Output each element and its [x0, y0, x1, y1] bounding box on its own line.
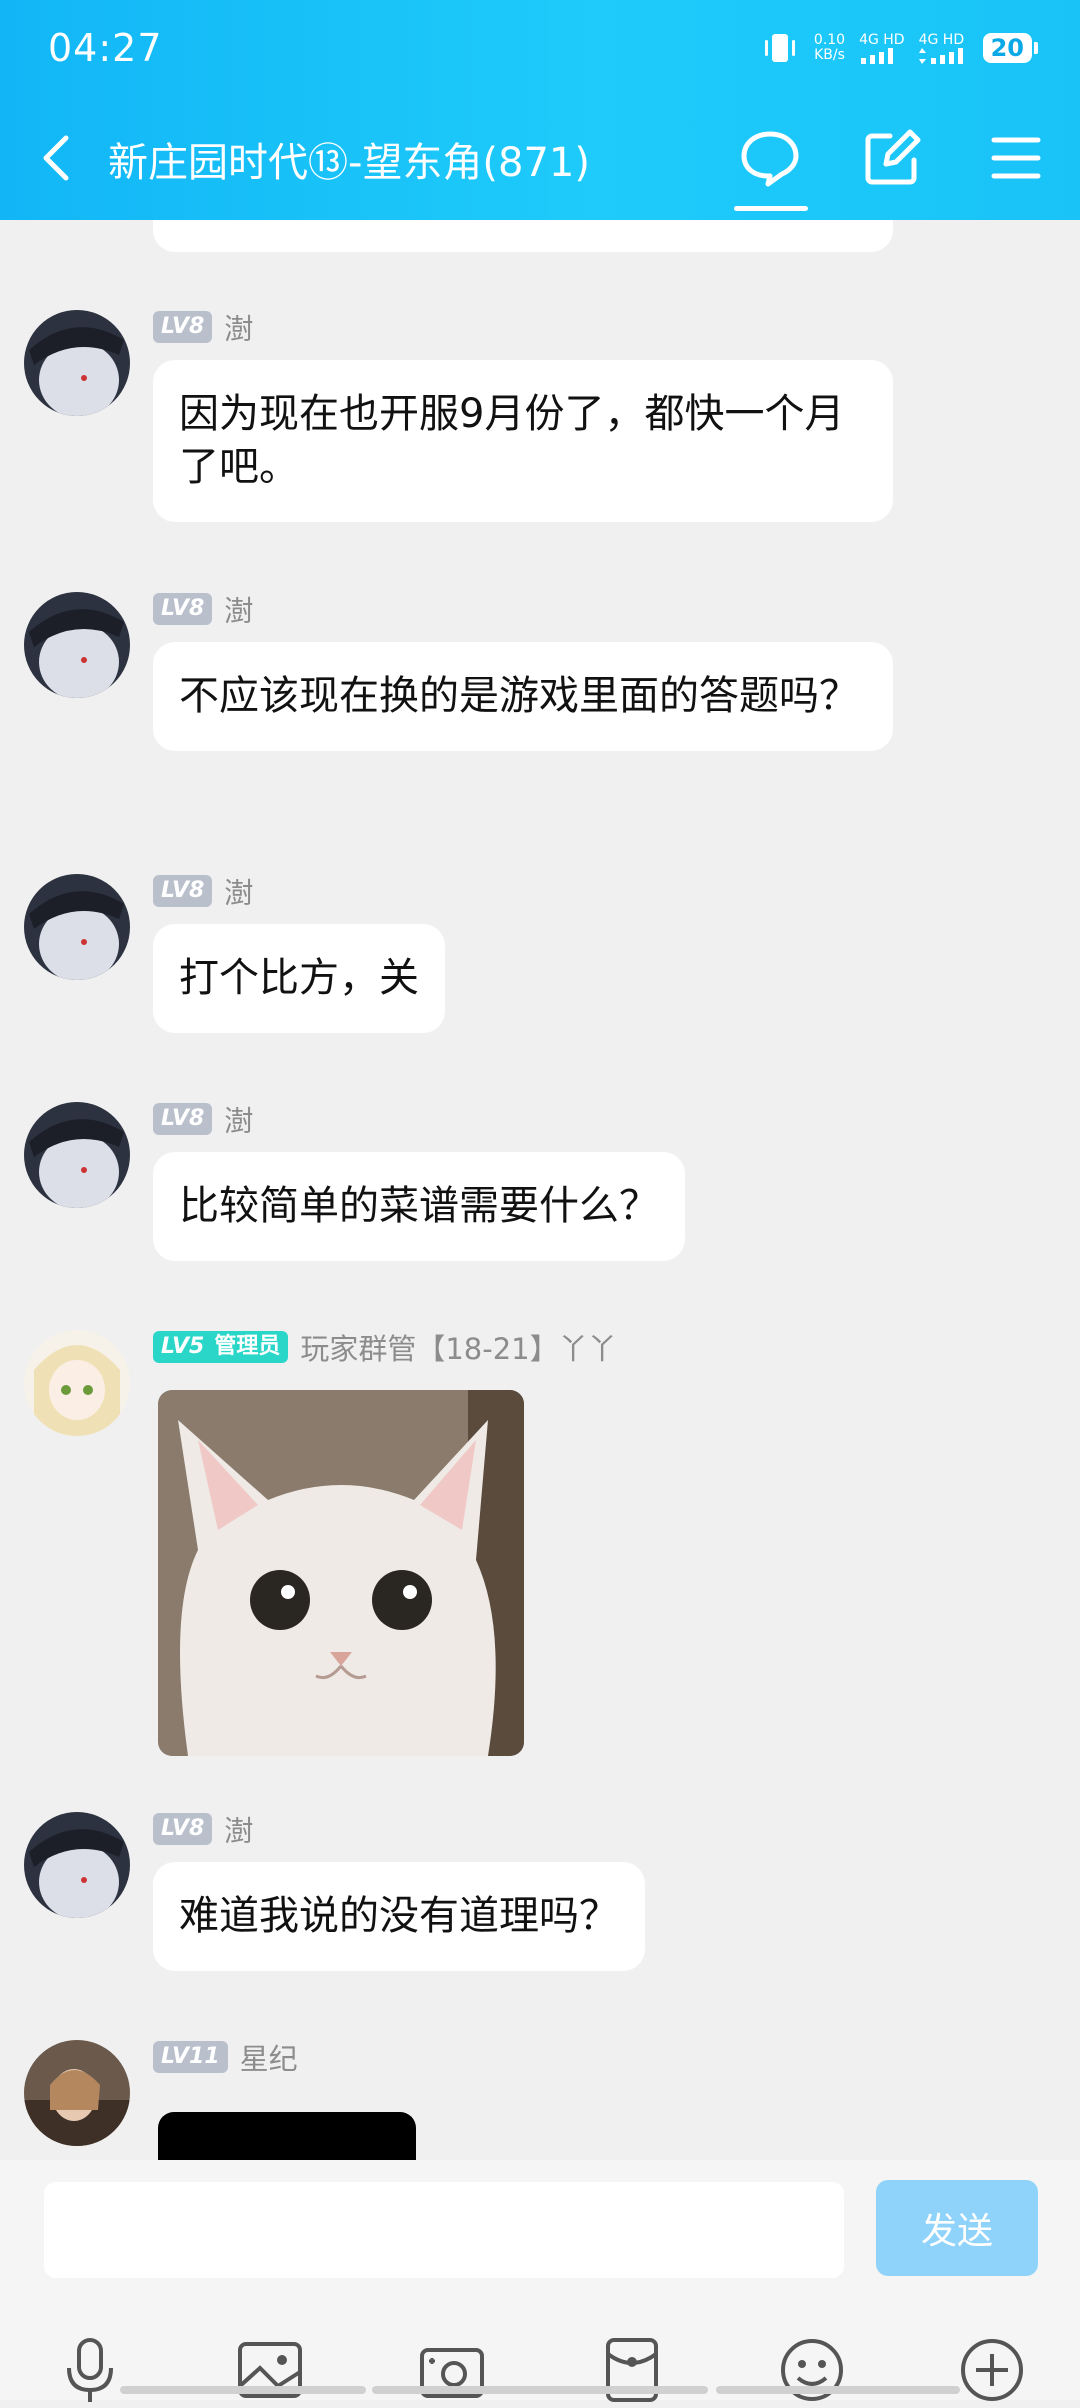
active-tab-indicator: [734, 206, 808, 211]
level-text: LV5: [161, 1334, 205, 1359]
sender-name[interactable]: 澍: [224, 1098, 253, 1140]
avatar[interactable]: [24, 2040, 130, 2146]
edit-icon[interactable]: [860, 126, 924, 190]
message-meta: LV8 澍: [153, 1102, 253, 1138]
home-indicator: [120, 2386, 366, 2394]
message-bubble[interactable]: 不应该现在换的是游戏里面的答题吗？: [153, 642, 893, 751]
message-meta: LV8 澍: [153, 1812, 253, 1848]
battery-indicator: 20: [982, 33, 1039, 63]
vibrate-icon: [764, 34, 795, 62]
message-meta: LV8 澍: [153, 310, 253, 346]
level-badge: LV8: [153, 593, 213, 625]
avatar-image: [24, 310, 130, 416]
avatar[interactable]: [24, 1330, 130, 1436]
cat-photo-icon: [158, 1390, 524, 1756]
sender-name[interactable]: 星纪: [240, 2036, 298, 2078]
avatar[interactable]: [24, 1102, 130, 1208]
red-packet-icon[interactable]: [594, 2332, 670, 2408]
image-message[interactable]: [158, 1390, 524, 1756]
input-bar: 发送: [0, 2160, 1080, 2402]
home-indicator: [372, 2386, 708, 2394]
level-badge: LV8: [153, 1813, 213, 1845]
avatar-image: [24, 1102, 130, 1208]
status-right: 0.10 KB/s 4G HD 4G HD 20: [760, 28, 1039, 68]
signal-bars-icon: [861, 47, 894, 64]
level-badge: LV11: [153, 2041, 228, 2073]
message-bubble[interactable]: 难道我说的没有道理吗？: [153, 1862, 645, 1971]
message-bubble-partial[interactable]: [153, 220, 893, 252]
sender-name[interactable]: 玩家群管【18-21】丫丫: [300, 1326, 616, 1368]
speed-value: 0.10: [813, 32, 846, 48]
message-meta: LV5 管理员 玩家群管【18-21】丫丫: [153, 1330, 617, 1366]
gallery-icon[interactable]: [232, 2332, 308, 2408]
chat-bubble-icon[interactable]: [738, 126, 802, 190]
message-meta: LV8 澍: [153, 592, 253, 628]
sender-name[interactable]: 澍: [224, 306, 253, 348]
message-bubble[interactable]: 比较简单的菜谱需要什么？: [153, 1152, 685, 1261]
send-button[interactable]: 发送: [876, 2180, 1038, 2276]
message-bubble[interactable]: 因为现在也开服9月份了，都快一个月了吧。: [153, 360, 893, 522]
chat-list[interactable]: LV8 澍 因为现在也开服9月份了，都快一个月了吧。 LV8 澍 不应该现在换的…: [0, 220, 1080, 2160]
avatar[interactable]: [24, 592, 130, 698]
back-icon[interactable]: [28, 128, 88, 188]
avatar-image: [24, 1330, 130, 1436]
avatar[interactable]: [24, 1812, 130, 1918]
net-type-2: 4G HD: [918, 31, 965, 48]
emoji-icon[interactable]: [774, 2332, 850, 2408]
image-message[interactable]: [158, 2112, 416, 2160]
level-badge: LV8: [153, 875, 213, 907]
plus-icon[interactable]: [954, 2332, 1030, 2408]
page-title: 新庄园时代⑬-望东角(871): [108, 140, 590, 186]
signal-2: 4G HD: [918, 31, 969, 64]
signal-1: 4G HD: [859, 31, 905, 64]
status-time: 04:27: [48, 26, 163, 70]
avatar[interactable]: [24, 310, 130, 416]
avatar[interactable]: [24, 874, 130, 980]
message-meta: LV8 澍: [153, 874, 253, 910]
message-meta: LV11 星纪: [153, 2040, 298, 2076]
header: 04:27 0.10 KB/s 4G HD 4G HD 20 新庄园时代⑬-望东…: [0, 0, 1080, 220]
role-text: 管理员: [214, 1334, 281, 1359]
title-bar: 新庄园时代⑬-望东角(871): [0, 110, 1080, 211]
speed-unit: KB/s: [814, 47, 845, 63]
home-indicator: [716, 2386, 960, 2394]
net-type-1: 4G HD: [859, 31, 905, 48]
admin-badge: LV5 管理员: [153, 1331, 289, 1363]
net-speed: 0.10 KB/s: [814, 33, 845, 63]
avatar-image: [24, 2040, 130, 2146]
menu-icon[interactable]: [984, 126, 1048, 190]
message-bubble[interactable]: 打个比方，关: [153, 924, 445, 1033]
level-badge: LV8: [153, 311, 213, 343]
avatar-image: [24, 874, 130, 980]
sender-name[interactable]: 澍: [224, 588, 253, 630]
message-input[interactable]: [44, 2182, 844, 2278]
camera-icon[interactable]: [414, 2332, 490, 2408]
signal-bars-icon: [918, 47, 963, 64]
avatar-image: [24, 592, 130, 698]
avatar-image: [24, 1812, 130, 1918]
sender-name[interactable]: 澍: [224, 1808, 253, 1850]
level-badge: LV8: [153, 1103, 213, 1135]
status-bar: 04:27 0.10 KB/s 4G HD 4G HD 20: [0, 0, 1080, 100]
microphone-icon[interactable]: [52, 2332, 128, 2408]
sender-name[interactable]: 澍: [224, 870, 253, 912]
